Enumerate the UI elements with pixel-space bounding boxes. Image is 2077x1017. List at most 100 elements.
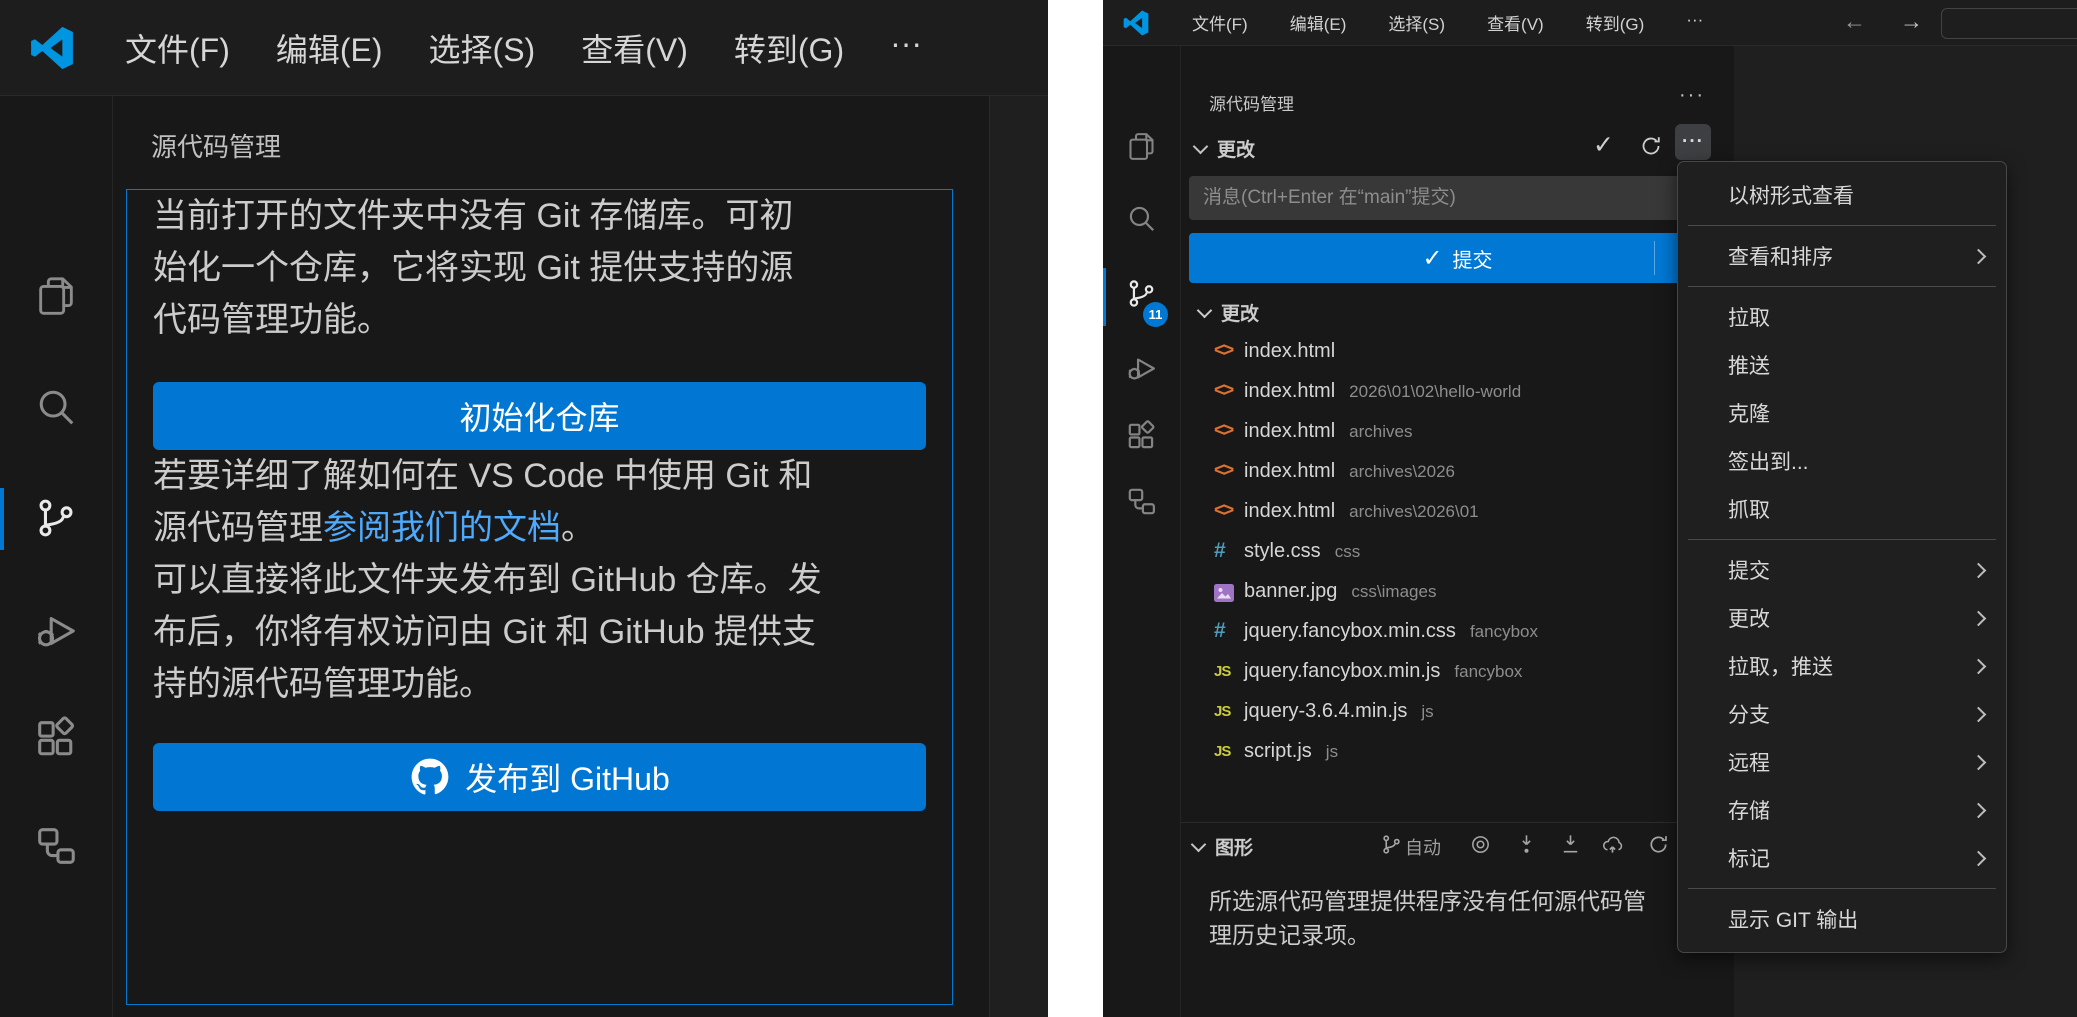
context-menu-item-label: 标记 — [1728, 843, 1770, 873]
js-file-icon: JS — [1214, 743, 1244, 760]
changed-file-row[interactable]: <>index.htmlarchives\2026\01 — [1181, 491, 1733, 531]
context-menu-item-stash[interactable]: 存储 — [1678, 786, 2006, 834]
title-bar: 文件(F)编辑(E)选择(S)查看(V)转到(G)··· ← → — [1103, 0, 2077, 46]
commit-button[interactable]: ✓ 提交 — [1189, 233, 1726, 283]
menubar-item-selection[interactable]: 选择(S) — [406, 25, 559, 71]
changed-file-row[interactable]: <>index.htmlarchives — [1181, 411, 1733, 451]
navigate-forward-icon[interactable]: → — [1900, 0, 1923, 45]
context-menu-item-label: 提交 — [1728, 555, 1770, 585]
run-debug-icon[interactable] — [33, 608, 79, 654]
changes-repo-section-header[interactable]: 更改 ✓ ··· — [1181, 128, 1733, 166]
changed-file-row[interactable]: <>index.html2026\01\02\hello-world — [1181, 371, 1733, 411]
menubar-item-view[interactable]: 查看(V) — [558, 25, 711, 71]
fetch-arrow-down-line-icon[interactable] — [1559, 833, 1582, 856]
context-menu-item-clone[interactable]: 克隆 — [1678, 389, 2006, 437]
context-menu-item-fetch[interactable]: 抓取 — [1678, 485, 2006, 533]
target-icon[interactable] — [1469, 833, 1492, 856]
context-menu-item-push[interactable]: 推送 — [1678, 341, 2006, 389]
menubar-item-file[interactable]: 文件(F) — [102, 25, 253, 71]
panel-title: 源代码管理 — [151, 127, 281, 164]
context-menu-item-branch[interactable]: 分支 — [1678, 690, 2006, 738]
submenu-arrow-icon — [1971, 851, 1987, 867]
menubar-item-edit[interactable]: 编辑(E) — [253, 25, 406, 71]
initialize-repository-button[interactable]: 初始化仓库 — [153, 382, 926, 450]
commit-check-icon[interactable]: ✓ — [1593, 130, 1614, 160]
vscode-window-right: 文件(F)编辑(E)选择(S)查看(V)转到(G)··· ← → 11 源代码管… — [1103, 0, 2077, 1017]
js-file-icon: JS — [1214, 703, 1244, 720]
menubar-item-file[interactable]: 文件(F) — [1171, 10, 1269, 35]
context-menu-item-label: 拉取 — [1728, 302, 1770, 332]
menubar-item-view[interactable]: 查看(V) — [1466, 10, 1565, 35]
changed-file-row[interactable]: #jquery.fancybox.min.cssfancybox — [1181, 611, 1733, 651]
file-path: css — [1335, 532, 1361, 572]
menubar-item-go[interactable]: 转到(G) — [711, 25, 867, 71]
welcome-text-docs: 若要详细了解如何在 VS Code 中使用 Git 和源代码管理参阅我们的文档。 — [153, 450, 825, 554]
explorer-icon[interactable] — [33, 273, 79, 319]
navigate-back-icon[interactable]: ← — [1843, 0, 1866, 45]
changed-file-row[interactable]: JSscript.jsjs — [1181, 731, 1733, 771]
menubar-item-more[interactable]: ··· — [867, 25, 945, 71]
git-branch-icon[interactable] — [1380, 833, 1403, 856]
explorer-icon[interactable] — [1125, 130, 1158, 163]
changed-file-row[interactable]: JSjquery-3.6.4.min.jsjs — [1181, 691, 1733, 731]
refresh-icon[interactable] — [1647, 833, 1670, 856]
source-control-icon[interactable] — [1125, 277, 1158, 310]
context-menu-item-pull-push[interactable]: 拉取，推送 — [1678, 642, 2006, 690]
chevron-down-icon — [1191, 837, 1207, 853]
changes-tree-header[interactable]: 更改 — [1181, 293, 1733, 329]
submenu-arrow-icon — [1971, 707, 1987, 723]
remote-explorer-icon[interactable] — [33, 823, 79, 869]
changed-file-row[interactable]: #style.csscss — [1181, 531, 1733, 571]
more-actions-button[interactable]: ··· — [1675, 124, 1711, 160]
context-menu-item-remote[interactable]: 远程 — [1678, 738, 2006, 786]
context-menu-item-label: 存储 — [1728, 795, 1770, 825]
cloud-upload-icon[interactable] — [1601, 833, 1624, 856]
context-menu-item-tags[interactable]: 标记 — [1678, 834, 2006, 882]
graph-section-divider — [1181, 822, 1733, 823]
search-icon[interactable] — [33, 384, 79, 430]
search-icon[interactable] — [1125, 202, 1158, 235]
menubar-item-go[interactable]: 转到(G) — [1565, 10, 1666, 35]
graph-auto-label[interactable]: 自动 — [1405, 834, 1441, 860]
file-name: index.html — [1244, 491, 1335, 531]
source-control-icon[interactable] — [33, 495, 79, 541]
js-file-icon: JS — [1214, 663, 1244, 680]
changed-file-row[interactable]: <>index.htmlarchives\2026 — [1181, 451, 1733, 491]
panel-more-actions-icon[interactable]: ··· — [1679, 84, 1705, 107]
remote-explorer-icon[interactable] — [1125, 485, 1158, 518]
css-file-icon: # — [1214, 619, 1244, 643]
run-debug-icon[interactable] — [1125, 352, 1158, 385]
changed-file-row[interactable]: JSjquery.fancybox.min.jsfancybox — [1181, 651, 1733, 691]
context-menu-item-label: 远程 — [1728, 747, 1770, 777]
docs-link[interactable]: 参阅我们的文档 — [323, 509, 561, 547]
menubar-item-selection[interactable]: 选择(S) — [1367, 10, 1466, 35]
changed-file-row[interactable]: banner.jpgcss\images — [1181, 571, 1733, 611]
menubar-item-edit[interactable]: 编辑(E) — [1269, 10, 1368, 35]
refresh-icon[interactable] — [1639, 134, 1663, 158]
vscode-logo-icon — [1123, 10, 1149, 36]
context-menu-item-show-git-output[interactable]: 显示 GIT 输出 — [1678, 895, 2006, 943]
changed-file-row[interactable]: <>index.html — [1181, 331, 1733, 371]
menubar-item-more[interactable]: ··· — [1665, 10, 1724, 35]
context-menu-item-pull[interactable]: 拉取 — [1678, 293, 2006, 341]
context-menu-item-label: 克隆 — [1728, 398, 1770, 428]
command-center-search-box[interactable] — [1941, 8, 2077, 39]
context-menu-item-checkout-to[interactable]: 签出到... — [1678, 437, 2006, 485]
extensions-icon[interactable] — [1125, 420, 1158, 453]
context-menu-item-view-as-tree[interactable]: 以树形式查看 — [1678, 171, 2006, 219]
html-file-icon: <> — [1214, 420, 1244, 442]
context-menu-item-changes[interactable]: 更改 — [1678, 594, 2006, 642]
pull-arrow-down-dot-icon[interactable] — [1515, 833, 1538, 856]
context-menu-item-commit[interactable]: 提交 — [1678, 546, 2006, 594]
publish-to-github-button[interactable]: 发布到 GitHub — [153, 743, 926, 811]
publish-to-github-label: 发布到 GitHub — [465, 754, 670, 800]
submenu-arrow-icon — [1971, 803, 1987, 819]
extensions-icon[interactable] — [33, 716, 79, 762]
context-menu-item-label: 查看和排序 — [1728, 241, 1833, 271]
graph-empty-message: 所选源代码管理提供程序没有任何源代码管理历史记录项。 — [1209, 884, 1661, 952]
context-menu-item-view-and-sort[interactable]: 查看和排序 — [1678, 232, 2006, 280]
graph-section-header[interactable]: 图形 自动 — [1181, 824, 1733, 864]
commit-message-input[interactable] — [1189, 176, 1726, 220]
file-name: jquery.fancybox.min.css — [1244, 611, 1456, 651]
github-icon — [409, 756, 451, 798]
